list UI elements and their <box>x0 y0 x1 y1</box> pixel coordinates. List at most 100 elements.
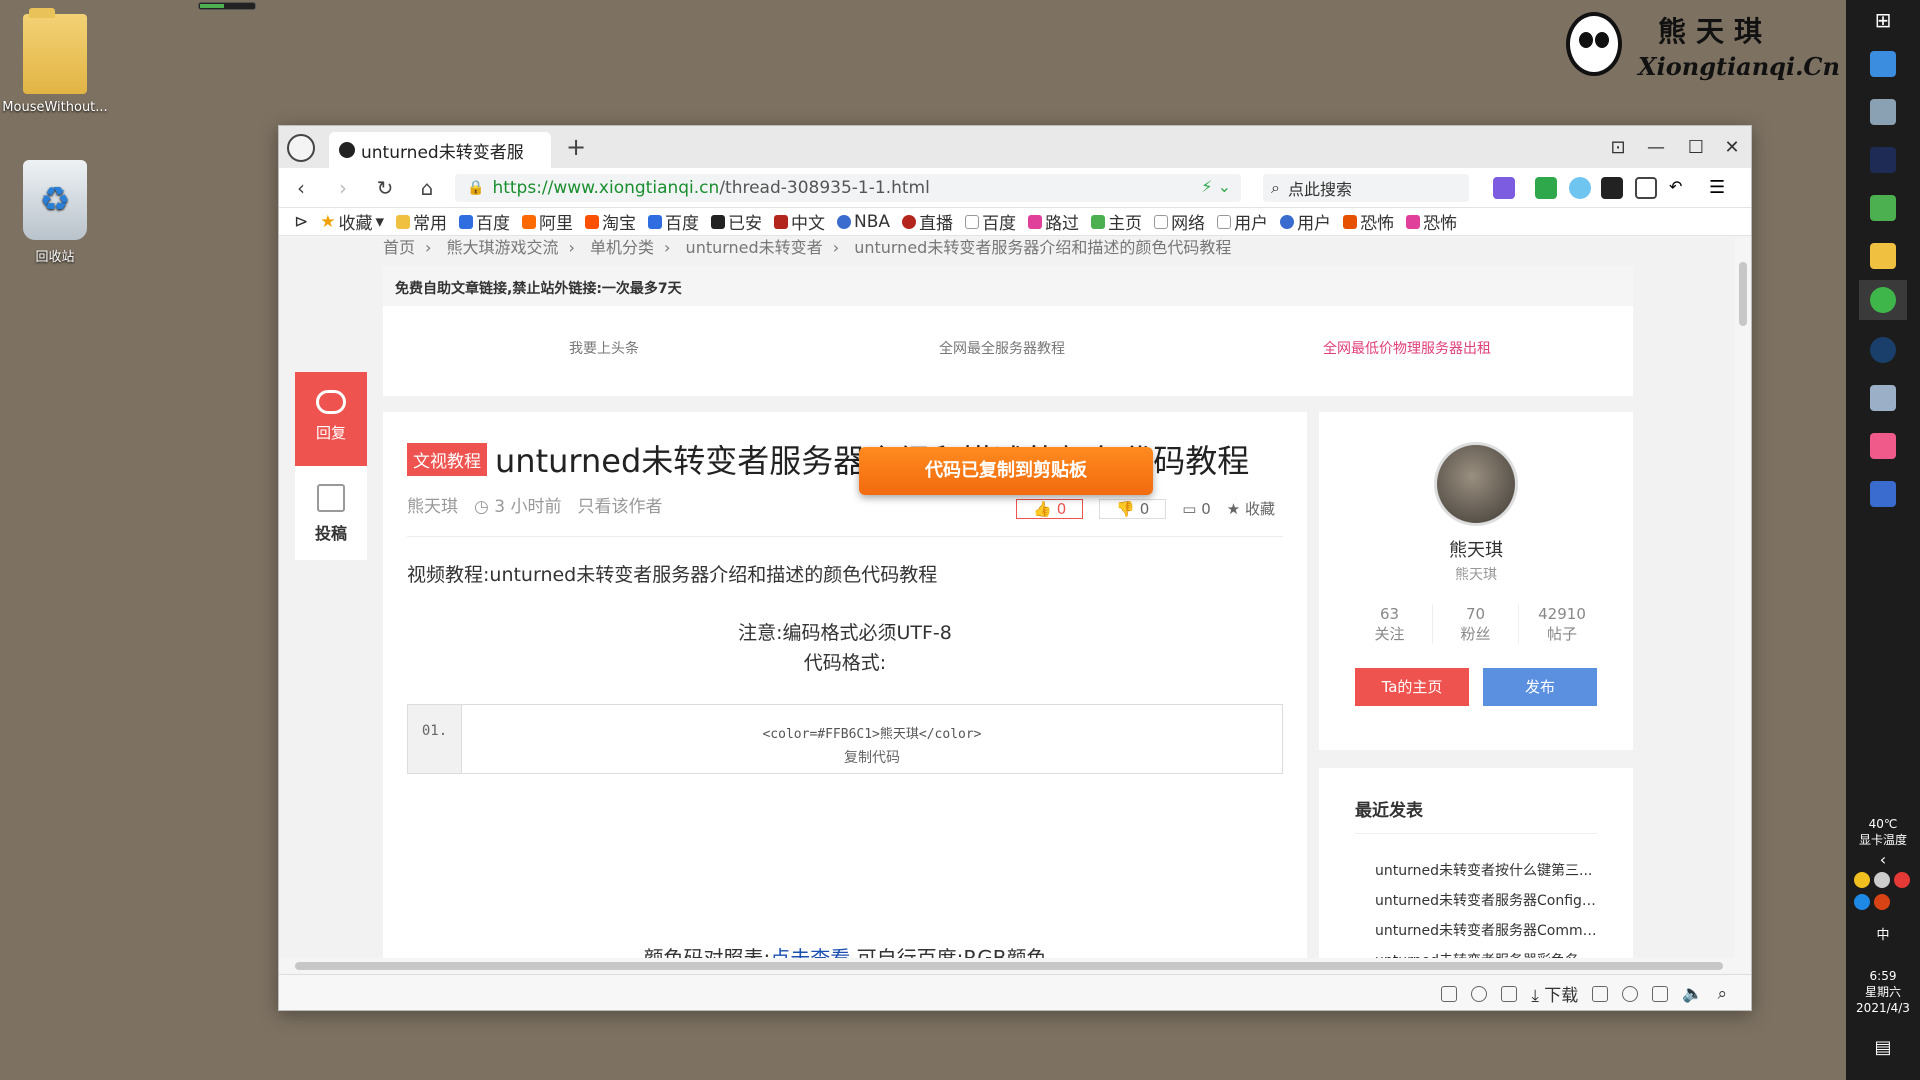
taskbar-app-steam[interactable] <box>1859 330 1907 370</box>
close-button[interactable]: ✕ <box>1715 134 1749 162</box>
bookmark-item[interactable]: ★ 收藏 ▾ <box>315 209 389 235</box>
record-icon[interactable] <box>1894 872 1910 888</box>
tray-icon[interactable] <box>1854 894 1870 910</box>
translate-icon[interactable] <box>1493 177 1515 199</box>
comment-button[interactable]: ▭ 0 <box>1182 500 1211 518</box>
desktop-icon-recycle-bin[interactable]: ♻ 回收站 <box>0 160 110 265</box>
start-button[interactable]: ⊞ <box>1859 0 1907 40</box>
download-button[interactable]: ⤓ 下载 <box>1531 981 1578 1006</box>
ime-indicator[interactable]: 中 <box>1846 928 1920 944</box>
incognito-icon[interactable] <box>1592 985 1609 1002</box>
notice-link[interactable]: 全网最低价物理服务器出租 <box>1323 338 1491 358</box>
homepage-button[interactable]: Ta的主页 <box>1355 668 1469 706</box>
desktop-icon-mousewithout[interactable]: MouseWithout... <box>0 8 110 115</box>
taskbar-app-8[interactable] <box>1859 378 1907 418</box>
tab-active[interactable]: unturned未转变者服 <box>329 132 551 168</box>
forward-button[interactable]: › <box>329 174 357 202</box>
maximize-button[interactable]: ☐ <box>1679 134 1713 162</box>
stat-follow[interactable]: 63 关注 <box>1347 604 1433 644</box>
reply-button[interactable]: 回复 <box>295 372 367 466</box>
notice-link[interactable]: 全网最全服务器教程 <box>939 338 1065 358</box>
bookmark-item[interactable]: 中文 <box>769 209 830 234</box>
extension-icon[interactable] <box>1569 177 1591 199</box>
tray-icon[interactable] <box>1854 872 1870 888</box>
list-item[interactable]: unturned未转变者按什么键第三... <box>1375 856 1597 886</box>
tray-icon[interactable] <box>1874 894 1890 910</box>
shirt-icon[interactable]: ⊡ <box>1601 134 1635 162</box>
bookmark-item[interactable]: 百度 <box>960 209 1021 234</box>
clock[interactable]: 6:59 星期六 2021/4/3 <box>1846 968 1920 1016</box>
bookmark-item[interactable]: 主页 <box>1086 209 1147 234</box>
stat-posts[interactable]: 42910 帖子 <box>1519 604 1605 644</box>
game-icon[interactable] <box>1601 177 1623 199</box>
scroll-thumb[interactable] <box>1739 262 1747 326</box>
image-icon[interactable] <box>1441 985 1458 1002</box>
notification-icon[interactable]: ▤ <box>1846 1039 1920 1057</box>
list-item[interactable]: unturned未转变者服务器彩色名... <box>1375 946 1597 958</box>
taskbar-app-3[interactable] <box>1859 140 1907 180</box>
user-avatar-icon[interactable] <box>287 134 315 162</box>
taskbar-app-2[interactable] <box>1859 92 1907 132</box>
bookmark-item[interactable]: 路过 <box>1023 209 1084 234</box>
taskbar-app-9[interactable] <box>1859 426 1907 466</box>
breadcrumb-item[interactable]: 熊大琪游戏交流 <box>447 238 559 257</box>
bookmark-item[interactable]: 直播 <box>897 209 958 234</box>
bookmark-item[interactable]: 用户 <box>1212 209 1273 234</box>
taskbar-app-10[interactable] <box>1859 474 1907 514</box>
menu-icon[interactable]: ☰ <box>1709 177 1731 199</box>
bookmark-item[interactable]: 网络 <box>1149 209 1210 234</box>
bookmark-item[interactable]: 百度 <box>643 209 704 234</box>
tray-expand-icon[interactable]: ‹ <box>1846 852 1920 868</box>
code-content[interactable]: <color=#FFB6C1>熊天琪</color> <box>462 723 1282 742</box>
breadcrumb-item[interactable]: 首页 <box>383 238 415 257</box>
taskbar-app-4[interactable] <box>1859 188 1907 228</box>
breadcrumb-item[interactable]: 单机分类 <box>590 238 654 257</box>
volume-icon[interactable] <box>1874 872 1890 888</box>
horizontal-scrollbar[interactable] <box>279 958 1751 974</box>
volume-icon[interactable]: 🔈 <box>1682 984 1703 1004</box>
bookmark-item[interactable]: 已安 <box>706 209 767 234</box>
list-item[interactable]: unturned未转变者服务器Comma... <box>1375 916 1597 946</box>
profile-name[interactable]: 熊天琪 <box>1319 536 1633 562</box>
bookmark-item[interactable]: 百度 <box>454 209 515 234</box>
cloud-icon[interactable] <box>1622 985 1639 1002</box>
breadcrumb-item[interactable]: unturned未转变者 <box>686 238 823 257</box>
category-tag[interactable]: 文视教程 <box>407 442 487 476</box>
home-button[interactable]: ⌂ <box>413 174 441 202</box>
avatar[interactable] <box>1434 442 1518 526</box>
lightning-icon[interactable]: ⚡ ⌄ <box>1201 177 1231 196</box>
like-button[interactable]: 👍 0 <box>1016 498 1084 519</box>
stat-fans[interactable]: 70 粉丝 <box>1433 604 1519 644</box>
refresh-icon[interactable] <box>1471 985 1488 1002</box>
notice-link[interactable]: 我要上头条 <box>569 338 639 358</box>
taskbar-app-1[interactable] <box>1859 44 1907 84</box>
bookmark-item[interactable]: 用户 <box>1275 209 1336 234</box>
only-author-link[interactable]: 只看该作者 <box>577 492 662 517</box>
list-item[interactable]: unturned未转变者服务器Config.j... <box>1375 886 1597 916</box>
copy-code-button[interactable]: 复制代码 <box>462 747 1282 767</box>
search-input[interactable]: ⌕ 点此搜索 <box>1263 174 1469 202</box>
window-icon[interactable] <box>1652 985 1669 1002</box>
vertical-scrollbar[interactable] <box>1735 238 1751 958</box>
minimize-button[interactable]: — <box>1639 134 1673 162</box>
new-tab-button[interactable]: + <box>561 132 591 162</box>
author-link[interactable]: 熊天琪 <box>407 492 458 517</box>
bookmark-item[interactable]: 常用 <box>391 209 452 234</box>
view-link[interactable]: 点击查看 <box>770 946 850 958</box>
taskbar-app-5[interactable] <box>1859 236 1907 276</box>
apps-grid-icon[interactable] <box>1635 177 1657 199</box>
taskbar-app-browser[interactable] <box>1859 280 1907 320</box>
address-bar[interactable]: 🔒 https://www.xiongtianqi.cn/thread-3089… <box>455 174 1241 202</box>
back-button[interactable]: ‹ <box>287 174 315 202</box>
bookmark-item[interactable]: 淘宝 <box>580 209 641 234</box>
publish-button[interactable]: 发布 <box>1483 668 1597 706</box>
undo-icon[interactable]: ↶ <box>1669 177 1691 199</box>
shield-icon[interactable] <box>1535 177 1557 199</box>
dislike-button[interactable]: 👎 0 <box>1099 498 1167 519</box>
bookmarks-toggle-icon[interactable]: ⊳ <box>289 212 313 232</box>
bookmark-item[interactable]: NBA <box>832 212 895 232</box>
bookmark-item[interactable]: 恐怖 <box>1338 209 1399 234</box>
post-button[interactable]: 投稿 <box>295 466 367 560</box>
favorite-button[interactable]: ★ 收藏 <box>1227 498 1275 519</box>
reload-button[interactable]: ↻ <box>371 174 399 202</box>
